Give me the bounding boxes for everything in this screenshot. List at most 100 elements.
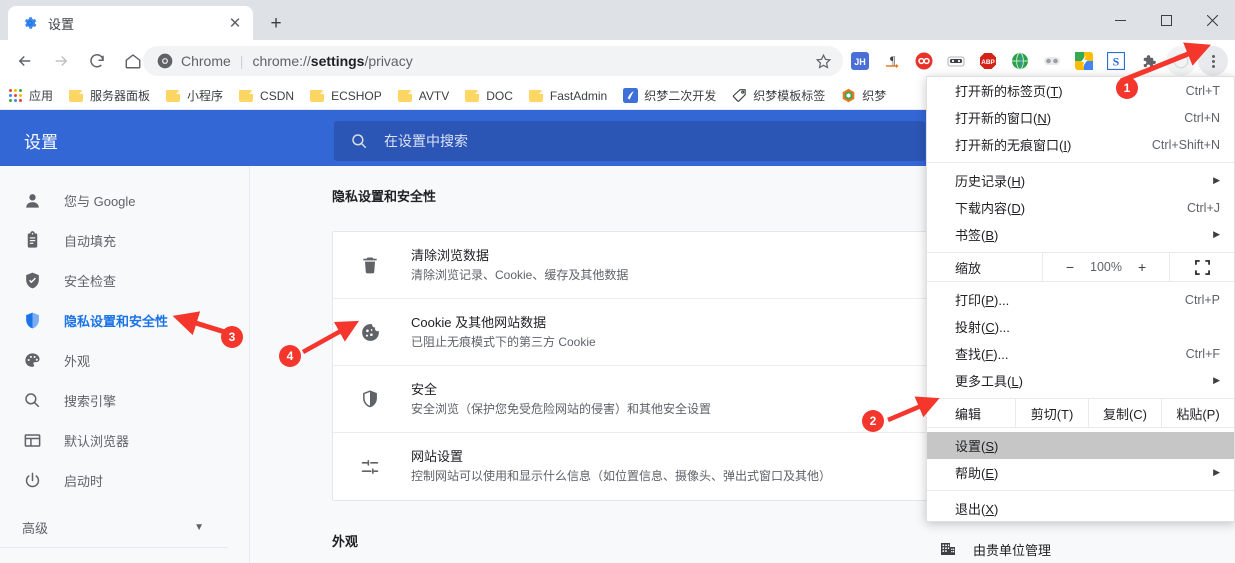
bookmark-item[interactable]: 服务器面板 — [61, 84, 157, 108]
bookmark-star-icon[interactable] — [808, 46, 838, 76]
menu-item-new-0[interactable]: 打开新的标签页(T) Ctrl+T — [927, 77, 1234, 104]
globe-extension-icon[interactable] — [1005, 46, 1035, 76]
fullscreen-icon[interactable] — [1170, 253, 1234, 281]
sidebar-item-2[interactable]: 安全检查 — [0, 260, 249, 300]
menu-item-accelerator: Ctrl+F — [1185, 346, 1220, 361]
settings-sidebar: 您与 Google 自动填充安全检查隐私设置和安全性 外观搜索引擎 默认浏览器 启动时高… — [0, 166, 250, 563]
forward-icon[interactable] — [46, 46, 76, 76]
sidebar-item-label: 外观 — [64, 353, 91, 369]
url-bold: settings — [310, 53, 365, 69]
new-tab-button[interactable]: + — [262, 9, 290, 37]
menu-item-tools-1[interactable]: 投射(C)... — [927, 313, 1234, 340]
sidebar-item-7[interactable]: 启动时 — [0, 460, 249, 500]
menu-item-history-1[interactable]: 下载内容(D) Ctrl+J — [927, 194, 1234, 221]
menu-item-accelerator: Ctrl+J — [1187, 200, 1220, 215]
url-scheme: chrome:// — [252, 53, 311, 69]
browser-tab[interactable]: 设置 ✕ — [8, 6, 253, 40]
sidebar-item-label: 安全检查 — [64, 273, 117, 289]
menu-item-exit-0[interactable]: 退出(X) — [927, 495, 1234, 522]
sidebar-item-label: 隐私设置和安全性 — [64, 313, 169, 329]
zoom-in-button[interactable]: + — [1138, 259, 1146, 275]
settings-row-2[interactable]: 安全 安全浏览（保护您免受危险网站的侵害）和其他安全设置 — [333, 366, 926, 433]
bookmark-item[interactable]: 织梦模板标签 — [724, 84, 832, 108]
sogou-extension-icon[interactable]: S — [1101, 46, 1131, 76]
puzzle-extensions-icon[interactable] — [1133, 46, 1163, 76]
settings-row-subtitle: 已阻止无痕模式下的第三方 Cookie — [411, 334, 596, 349]
bookmark-label: 织梦模板标签 — [753, 89, 826, 103]
menu-item-accelerator: Ctrl+Shift+N — [1151, 137, 1220, 152]
bookmark-item[interactable]: AVTV — [390, 84, 456, 108]
copy-button[interactable]: 复制(C) — [1088, 399, 1161, 427]
settings-row-1[interactable]: Cookie 及其他网站数据 已阻止无痕模式下的第三方 Cookie — [333, 299, 926, 366]
hex-icon — [840, 88, 856, 104]
sidebar-item-6[interactable]: 默认浏览器 — [0, 420, 249, 460]
paste-button[interactable]: 粘贴(P) — [1161, 399, 1234, 427]
pilcrow-extension-icon[interactable]: ¶ — [877, 46, 907, 76]
bookmark-item[interactable]: ECSHOP — [302, 84, 389, 108]
settings-row-text: 网站设置 控制网站可以使用和显示什么信息（如位置信息、摄像头、弹出式窗口及其他） — [411, 447, 926, 486]
jh-extension-icon[interactable]: JH — [845, 46, 875, 76]
menu-item-new-2[interactable]: 打开新的无痕窗口(I) Ctrl+Shift+N — [927, 131, 1234, 158]
adblock-plus-extension-icon[interactable]: ABP — [973, 46, 1003, 76]
search-icon — [350, 132, 368, 150]
managed-by-org-item[interactable]: 由贵单位管理 — [927, 531, 1234, 563]
bookmark-item[interactable]: CSDN — [231, 84, 301, 108]
clipboard-icon — [22, 230, 42, 250]
settings-row-0[interactable]: 清除浏览数据 清除浏览记录、Cookie、缓存及其他数据 — [333, 232, 926, 299]
privacy-card: 清除浏览数据 清除浏览记录、Cookie、缓存及其他数据 Cookie 及其他网站数… — [332, 231, 927, 501]
close-icon[interactable] — [1189, 0, 1235, 40]
sidebar-advanced-toggle[interactable]: 高级 ▼ — [0, 508, 228, 548]
bookmark-item[interactable]: 应用 — [0, 84, 60, 108]
settings-row-3[interactable]: 网站设置 控制网站可以使用和显示什么信息（如位置信息、摄像头、弹出式窗口及其他） — [333, 433, 926, 500]
person-icon — [22, 190, 42, 210]
menu-item-label: 设置(S) — [955, 439, 999, 454]
minimize-icon[interactable] — [1097, 0, 1143, 40]
zoom-out-button[interactable]: − — [1066, 259, 1074, 275]
power-icon — [22, 470, 42, 490]
chrome-menu-button[interactable] — [1198, 46, 1228, 76]
sidebar-item-5[interactable]: 搜索引擎 — [0, 380, 249, 420]
bookmark-label: 织梦 — [862, 89, 887, 103]
sidebar-item-0[interactable]: 您与 Google — [0, 180, 249, 220]
menu-item-new-1[interactable]: 打开新的窗口(N) Ctrl+N — [927, 104, 1234, 131]
svg-text:¶: ¶ — [890, 53, 896, 67]
zoom-percent: 100% — [1090, 260, 1122, 274]
folder-icon — [464, 88, 480, 104]
building-icon — [939, 540, 957, 558]
tab-title: 设置 — [48, 16, 75, 32]
menu-item-tools-2[interactable]: 查找(F)... Ctrl+F — [927, 340, 1234, 367]
bookmark-item[interactable]: 织梦二次开发 — [615, 84, 723, 108]
submenu-arrow-icon: ▶ — [1213, 175, 1220, 185]
reload-icon[interactable] — [82, 46, 112, 76]
idm-extension-icon[interactable] — [941, 46, 971, 76]
menu-item-settings-1[interactable]: 帮助(E) ▶ — [927, 459, 1234, 486]
sidebar-item-4[interactable]: 外观 — [0, 340, 249, 380]
browser-icon — [22, 430, 42, 450]
menu-item-history-2[interactable]: 书签(B) ▶ — [927, 221, 1234, 248]
bookmark-item[interactable]: 织梦 — [833, 84, 893, 108]
settings-row-text: 安全 安全浏览（保护您免受危险网站的侵害）和其他安全设置 — [411, 380, 926, 419]
sidebar-item-1[interactable]: 自动填充 — [0, 220, 249, 260]
back-icon[interactable] — [10, 46, 40, 76]
profile-avatar[interactable] — [1166, 46, 1196, 76]
goggles-extension-icon[interactable] — [1037, 46, 1067, 76]
cut-button[interactable]: 剪切(T) — [1015, 399, 1088, 427]
menu-item-history-0[interactable]: 历史记录(H) ▶ — [927, 167, 1234, 194]
bookmark-item[interactable]: FastAdmin — [521, 84, 614, 108]
colorful-extension-icon[interactable] — [1069, 46, 1099, 76]
menu-item-tools-0[interactable]: 打印(P)... Ctrl+P — [927, 286, 1234, 313]
sidebar-item-3[interactable]: 隐私设置和安全性 — [0, 300, 249, 340]
infinity-extension-icon[interactable] — [909, 46, 939, 76]
search-placeholder: 在设置中搜索 — [384, 133, 468, 149]
bookmark-label: 织梦二次开发 — [644, 89, 717, 103]
bookmark-label: ECSHOP — [331, 88, 382, 103]
address-bar[interactable]: Chrome | chrome://settings/privacy — [143, 46, 843, 76]
menu-item-settings-0[interactable]: 设置(S) — [927, 432, 1234, 459]
bookmark-item[interactable]: DOC — [457, 84, 520, 108]
maximize-icon[interactable] — [1143, 0, 1189, 40]
close-icon[interactable]: ✕ — [225, 13, 245, 33]
bookmark-item[interactable]: 小程序 — [158, 84, 230, 108]
settings-search-input[interactable]: 在设置中搜索 — [334, 121, 925, 161]
menu-item-tools-3[interactable]: 更多工具(L) ▶ — [927, 367, 1234, 394]
advanced-label: 高级 — [22, 521, 49, 536]
